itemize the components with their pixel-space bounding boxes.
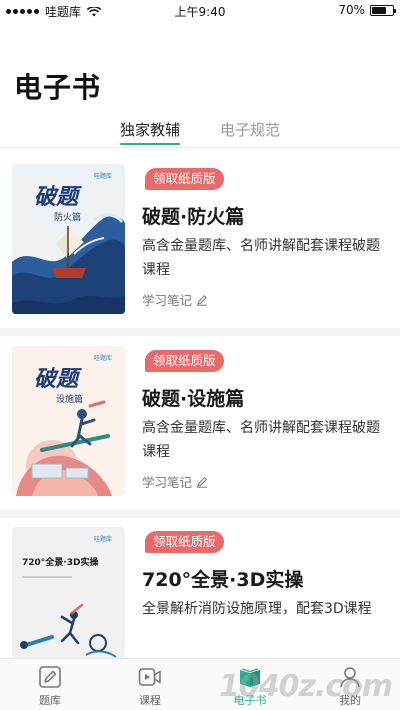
video-icon: [138, 668, 161, 686]
cover-brand: 哇题库: [94, 354, 112, 362]
cover-title: 破题: [34, 184, 82, 210]
swimmers-illustration: 哇题库 720°全景·3D实操: [12, 527, 125, 658]
tabs-divider: [0, 147, 400, 148]
book-cover[interactable]: 哇题库 破题 设施篇: [12, 346, 125, 496]
get-paper-edition-badge[interactable]: 领取纸质版: [145, 350, 224, 372]
book-description: 高含金量题库、名师讲解配套课程破题课程: [142, 238, 380, 278]
cover-subtitle: 设施篇: [56, 393, 83, 405]
tab-bar: 独家教辅 电子规范: [0, 117, 400, 147]
book-description: 高含金量题库、名师讲解配套课程破题课程: [142, 420, 380, 460]
book-cover[interactable]: 哇题库 破题 防火篇: [12, 164, 125, 314]
cover-title: 720°全景·3D实操: [22, 556, 99, 568]
status-right: 70%: [338, 3, 396, 17]
nav-question-bank[interactable]: 题库: [0, 659, 100, 710]
nav-courses[interactable]: 课程: [100, 659, 200, 710]
status-bar: 哇题库 上午9:40 70%: [0, 0, 400, 22]
book-title: 720°全景·3D实操: [142, 569, 304, 591]
tab-exclusive-materials[interactable]: 独家教辅: [120, 119, 180, 140]
cover-title: 破题: [34, 366, 82, 392]
battery-icon: [370, 4, 396, 16]
page-title: 电子书: [14, 71, 102, 104]
study-notes-label: 学习笔记: [142, 475, 193, 490]
get-paper-edition-badge[interactable]: 领取纸质版: [145, 168, 224, 190]
section-divider: [0, 510, 400, 518]
study-notes-label: 学习笔记: [142, 293, 193, 308]
nav-label: 课程: [139, 694, 161, 707]
tab-electronic-standards[interactable]: 电子规范: [220, 119, 280, 140]
battery-level: [372, 6, 386, 14]
watermark: 1040z.com: [218, 669, 393, 704]
book-card[interactable]: 哇题库 破题 防火篇 领取纸质版 破题·防火篇 高含金量题库、名师讲解配套课程破…: [0, 164, 400, 324]
book-title: 破题·防火篇: [142, 206, 245, 228]
book-description: 全景解析消防设施原理，配套3D课程: [142, 601, 372, 617]
cover-brand: 哇题库: [94, 172, 112, 180]
nav-label: 题库: [39, 694, 61, 707]
ship-wave-illustration: 哇题库 破题 防火篇: [12, 164, 125, 314]
cover-brand: 哇题库: [94, 535, 112, 543]
edit-pencil-icon: [197, 294, 208, 306]
pencil-icon: [39, 666, 61, 688]
tab-indicator: [120, 143, 180, 145]
edit-pencil-icon: [197, 476, 208, 488]
get-paper-edition-badge[interactable]: 领取纸质版: [145, 531, 224, 553]
study-notes-link[interactable]: 学习笔记: [142, 290, 208, 309]
study-notes-link[interactable]: 学习笔记: [142, 472, 208, 491]
section-divider: [0, 328, 400, 336]
book-title: 破题·设施篇: [142, 388, 245, 410]
book-card[interactable]: 哇题库 破题 设施篇 领取纸质版 破题·设施篇 高含金量题库、名师讲解配套课程破…: [0, 346, 400, 506]
surfer-illustration: 哇题库 破题 设施篇: [12, 346, 125, 496]
book-cover[interactable]: 哇题库 720°全景·3D实操: [12, 527, 125, 658]
battery-percent: 70%: [338, 3, 365, 17]
cover-subtitle: 防火篇: [54, 211, 81, 223]
